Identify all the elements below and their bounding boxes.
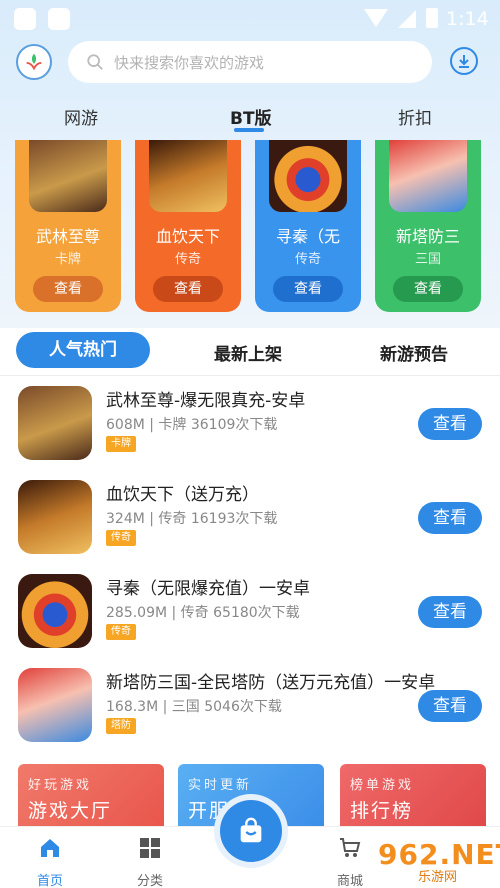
game-meta: 608M | 卡牌 36109次下载: [106, 417, 278, 433]
home-icon: [41, 839, 59, 857]
game-card-category: 传奇: [294, 252, 321, 267]
search-placeholder: 快来搜索你喜欢的游戏: [114, 53, 265, 72]
watermark-subtext: 乐游网: [418, 870, 458, 885]
promo-title: 排行榜: [350, 800, 414, 822]
game-card-name: 新塔防三: [395, 227, 460, 246]
tab-online-games[interactable]: 网游: [64, 104, 98, 129]
game-title: 血饮天下（送万充）: [106, 485, 259, 505]
view-button[interactable]: 查看: [418, 690, 482, 722]
nav-home[interactable]: 首页: [20, 836, 80, 888]
search-input[interactable]: 快来搜索你喜欢的游戏: [68, 41, 432, 83]
notification-icon: [48, 8, 70, 30]
game-icon: [18, 574, 92, 648]
tab-popular[interactable]: 人气热门: [16, 332, 150, 368]
game-tag: 传奇: [106, 530, 136, 546]
game-card-name: 寻秦（无: [275, 227, 340, 246]
game-meta: 324M | 传奇 16193次下载: [106, 511, 278, 527]
game-title: 新塔防三国-全民塔防（送万元充值）一安卓: [106, 673, 436, 693]
cart-icon: [340, 838, 361, 857]
nav-shop-label: 商城: [336, 874, 363, 888]
game-meta: 168.3M | 三国 5046次下载: [106, 699, 282, 715]
nav-category-label: 分类: [136, 874, 163, 888]
list-item[interactable]: 武林至尊-爆无限真充-安卓 608M | 卡牌 36109次下载 卡牌 查看: [0, 386, 500, 478]
promo-subtitle: 榜单游戏: [350, 778, 415, 793]
game-card-name: 血饮天下: [155, 227, 220, 246]
tab-discount[interactable]: 折扣: [398, 104, 432, 129]
game-tag: 塔防: [106, 718, 136, 734]
game-card[interactable]: 血饮天下 传奇 查看: [135, 140, 241, 312]
game-icon: [18, 386, 92, 460]
game-icon: [269, 140, 347, 212]
app-logo-icon[interactable]: [16, 44, 52, 80]
search-icon: [87, 54, 103, 70]
view-button[interactable]: 查看: [33, 276, 103, 302]
game-tag: 卡牌: [106, 436, 136, 452]
promo-ranking[interactable]: 榜单游戏 排行榜: [340, 764, 486, 830]
game-icon: [29, 140, 107, 212]
nav-shop[interactable]: 商城: [320, 836, 380, 888]
active-tab-indicator: [234, 128, 264, 132]
game-card[interactable]: 新塔防三 三国 查看: [375, 140, 481, 312]
view-button[interactable]: 查看: [418, 408, 482, 440]
nav-home-label: 首页: [36, 874, 63, 888]
nav-category[interactable]: 分类: [120, 836, 180, 888]
wifi-icon: [364, 9, 388, 27]
battery-icon: [426, 8, 438, 28]
signal-icon: [398, 10, 416, 28]
game-icon: [18, 668, 92, 742]
notification-icon: [14, 8, 36, 30]
tab-bt-version[interactable]: BT版: [230, 104, 272, 129]
shopping-bag-button[interactable]: [220, 800, 282, 862]
game-meta: 285.09M | 传奇 65180次下载: [106, 605, 300, 621]
tab-newest[interactable]: 最新上架: [214, 340, 282, 365]
promo-title: 游戏大厅: [28, 800, 113, 822]
promo-subtitle: 实时更新: [188, 778, 253, 793]
view-button[interactable]: 查看: [153, 276, 223, 302]
game-card[interactable]: 寻秦（无 传奇 查看: [255, 140, 361, 312]
tab-upcoming[interactable]: 新游预告: [380, 340, 448, 365]
game-icon: [149, 140, 227, 212]
game-card-category: 传奇: [174, 252, 201, 267]
list-item[interactable]: 血饮天下（送万充） 324M | 传奇 16193次下载 传奇 查看: [0, 480, 500, 572]
game-icon: [18, 480, 92, 554]
grid-icon: [140, 838, 160, 858]
download-icon[interactable]: [450, 47, 478, 75]
game-card-name: 武林至尊: [35, 227, 100, 246]
game-tag: 传奇: [106, 624, 136, 640]
status-bar: 1:14: [0, 0, 500, 36]
game-card-category: 卡牌: [54, 252, 81, 267]
game-title: 寻秦（无限爆充值）一安卓: [106, 579, 310, 599]
view-button[interactable]: 查看: [418, 502, 482, 534]
promo-subtitle: 好玩游戏: [28, 778, 93, 793]
status-time: 1:14: [446, 8, 489, 30]
view-button[interactable]: 查看: [418, 596, 482, 628]
view-button[interactable]: 查看: [273, 276, 343, 302]
game-title: 武林至尊-爆无限真充-安卓: [106, 391, 306, 411]
shopping-bag-icon: [240, 817, 262, 843]
game-icon: [389, 140, 467, 212]
watermark-logo: 962.NET 乐游网: [378, 838, 500, 885]
view-button[interactable]: 查看: [393, 276, 463, 302]
list-item[interactable]: 新塔防三国-全民塔防（送万元充值）一安卓 168.3M | 三国 5046次下载…: [0, 668, 500, 760]
promo-game-hall[interactable]: 好玩游戏 游戏大厅: [18, 764, 164, 830]
list-item[interactable]: 寻秦（无限爆充值）一安卓 285.09M | 传奇 65180次下载 传奇 查看: [0, 574, 500, 666]
game-card-category: 三国: [414, 252, 441, 267]
game-card[interactable]: 武林至尊 卡牌 查看: [15, 140, 121, 312]
